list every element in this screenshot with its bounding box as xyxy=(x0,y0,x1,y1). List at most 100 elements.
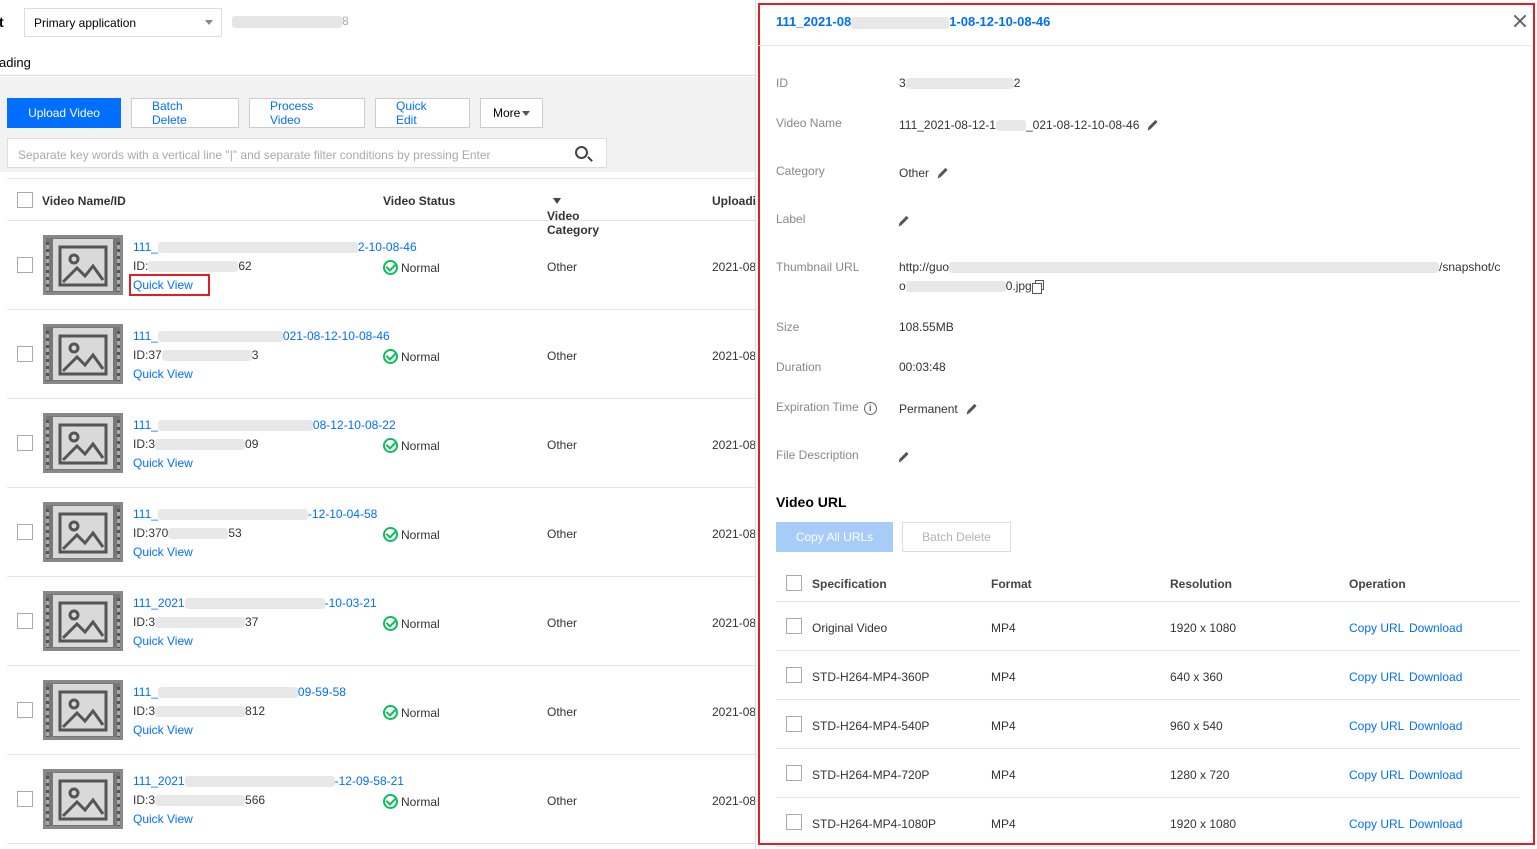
upload-time: 2021-08 xyxy=(712,527,757,541)
url-row-checkbox[interactable] xyxy=(786,765,802,781)
application-select[interactable]: Primary application xyxy=(24,8,222,37)
check-circle-icon xyxy=(383,527,398,542)
tab-uploading[interactable]: ading xyxy=(0,46,757,76)
video-name-link[interactable]: 111_ -12-10-04-58 xyxy=(133,507,377,521)
video-category: Other xyxy=(547,705,578,719)
table-row: 111_ 08-12-10-08-22 ID:3 09 Quick View Nor… xyxy=(7,399,757,488)
field-value-size: 108.55MB xyxy=(899,320,954,334)
filter-icon[interactable] xyxy=(553,198,561,204)
upload-time: 2021-08 xyxy=(712,705,757,719)
info-icon[interactable]: i xyxy=(863,402,877,415)
copy-url-link[interactable]: Copy URL xyxy=(1349,670,1404,684)
video-thumbnail xyxy=(43,324,123,384)
quick-view-link[interactable]: Quick View xyxy=(133,812,193,826)
edit-category-icon[interactable] xyxy=(938,167,948,178)
row-checkbox[interactable] xyxy=(17,524,33,540)
url-format: MP4 xyxy=(991,768,1016,782)
quick-view-link[interactable]: Quick View xyxy=(133,367,193,381)
upload-time: 2021-08 xyxy=(712,794,757,808)
table-row: 111_2021 -12-09-58-21 ID:3 566 Quick View … xyxy=(7,755,757,844)
chevron-down-icon xyxy=(522,110,530,116)
more-button[interactable]: More xyxy=(480,98,543,128)
copy-url-link[interactable]: Copy URL xyxy=(1349,817,1404,831)
video-category: Other xyxy=(547,616,578,630)
video-url-table: Specification Format Resolution Operatio… xyxy=(776,564,1520,847)
table-row: 111_ 09-59-58 ID:3 812 Quick View Normal O… xyxy=(7,666,757,755)
quick-view-link[interactable]: Quick View xyxy=(133,456,193,470)
field-value-expiration: Permanent xyxy=(899,402,977,416)
image-placeholder-icon xyxy=(58,423,108,465)
search-input[interactable]: Separate key words with a vertical line … xyxy=(7,138,607,168)
copy-all-urls-button[interactable]: Copy All URLs xyxy=(776,522,893,552)
url-specification: Original Video xyxy=(812,621,888,635)
video-detail-drawer: 111_2021-08 1-08-12-10-08-46 ID 32 Video … xyxy=(755,0,1537,849)
row-checkbox[interactable] xyxy=(17,613,33,629)
edit-name-icon[interactable] xyxy=(1148,119,1158,130)
row-checkbox[interactable] xyxy=(17,702,33,718)
field-label-expiration: Expiration Time i xyxy=(776,400,877,415)
url-row-checkbox[interactable] xyxy=(786,618,802,634)
search-icon[interactable] xyxy=(575,146,588,159)
copy-url-link[interactable]: Copy URL xyxy=(1349,768,1404,782)
column-video-category[interactable]: Video Category xyxy=(547,194,599,237)
url-row-checkbox[interactable] xyxy=(786,667,802,683)
row-checkbox[interactable] xyxy=(17,346,33,362)
table-row: 111_ -12-10-04-58 ID:370 53 Quick View Nor… xyxy=(7,488,757,577)
copy-icon[interactable] xyxy=(1031,280,1044,294)
quick-view-link[interactable]: Quick View xyxy=(129,274,210,296)
video-status: Normal xyxy=(383,705,440,720)
download-link[interactable]: Download xyxy=(1409,621,1462,635)
video-thumbnail xyxy=(43,680,123,740)
download-link[interactable]: Download xyxy=(1409,670,1462,684)
batch-delete-button[interactable]: Batch Delete xyxy=(131,98,239,128)
select-all-urls-checkbox[interactable] xyxy=(786,575,802,591)
video-thumbnail xyxy=(43,502,123,562)
column-video-status: Video Status xyxy=(383,194,456,208)
video-status: Normal xyxy=(383,794,440,809)
video-name-link[interactable]: 111_ 08-12-10-08-22 xyxy=(133,418,396,432)
upload-video-button[interactable]: Upload Video xyxy=(7,98,121,128)
video-name-link[interactable]: 111_2021 -10-03-21 xyxy=(133,596,377,610)
close-icon[interactable] xyxy=(1513,14,1527,28)
search-placeholder: Separate key words with a vertical line … xyxy=(18,148,491,162)
video-name-link[interactable]: 111_ 021-08-12-10-08-46 xyxy=(133,329,390,343)
quick-view-link[interactable]: Quick View xyxy=(133,634,193,648)
url-batch-delete-button[interactable]: Batch Delete xyxy=(902,522,1011,552)
table-row: 111_ 2-10-08-46 ID: 62 Quick View Normal O… xyxy=(7,221,757,310)
video-category: Other xyxy=(547,438,578,452)
process-video-button[interactable]: Process Video xyxy=(249,98,365,128)
field-value-thumbnail-url-line2: o 0.jpg xyxy=(899,279,1044,294)
field-label-size: Size xyxy=(776,320,800,334)
video-thumbnail xyxy=(43,413,123,473)
quick-view-link[interactable]: Quick View xyxy=(133,723,193,737)
edit-expiration-icon[interactable] xyxy=(967,403,977,414)
copy-url-link[interactable]: Copy URL xyxy=(1349,621,1404,635)
video-status: Normal xyxy=(383,616,440,631)
video-id: ID:3 09 xyxy=(133,437,259,451)
download-link[interactable]: Download xyxy=(1409,817,1462,831)
download-link[interactable]: Download xyxy=(1409,719,1462,733)
url-row-checkbox[interactable] xyxy=(786,716,802,732)
video-category: Other xyxy=(547,349,578,363)
video-name-link[interactable]: 111_ 09-59-58 xyxy=(133,685,346,699)
row-checkbox[interactable] xyxy=(17,257,33,273)
url-row-checkbox[interactable] xyxy=(786,814,802,830)
edit-description-icon[interactable] xyxy=(899,451,909,462)
video-name-link[interactable]: 111_ 2-10-08-46 xyxy=(133,240,417,254)
url-resolution: 1920 x 1080 xyxy=(1170,817,1237,831)
video-status: Normal xyxy=(383,527,440,542)
image-placeholder-icon xyxy=(58,334,108,376)
copy-url-link[interactable]: Copy URL xyxy=(1349,719,1404,733)
row-checkbox[interactable] xyxy=(17,791,33,807)
video-category: Other xyxy=(547,527,578,541)
download-link[interactable]: Download xyxy=(1409,768,1462,782)
quick-view-link[interactable]: Quick View xyxy=(133,545,193,559)
video-id: ID:3 566 xyxy=(133,793,266,807)
edit-label-icon[interactable] xyxy=(899,215,909,226)
check-circle-icon xyxy=(383,349,398,364)
upload-time: 2021-08 xyxy=(712,260,757,274)
video-name-link[interactable]: 111_2021 -12-09-58-21 xyxy=(133,774,404,788)
quick-edit-button[interactable]: Quick Edit xyxy=(375,98,470,128)
row-checkbox[interactable] xyxy=(17,435,33,451)
select-all-checkbox[interactable] xyxy=(17,192,33,208)
